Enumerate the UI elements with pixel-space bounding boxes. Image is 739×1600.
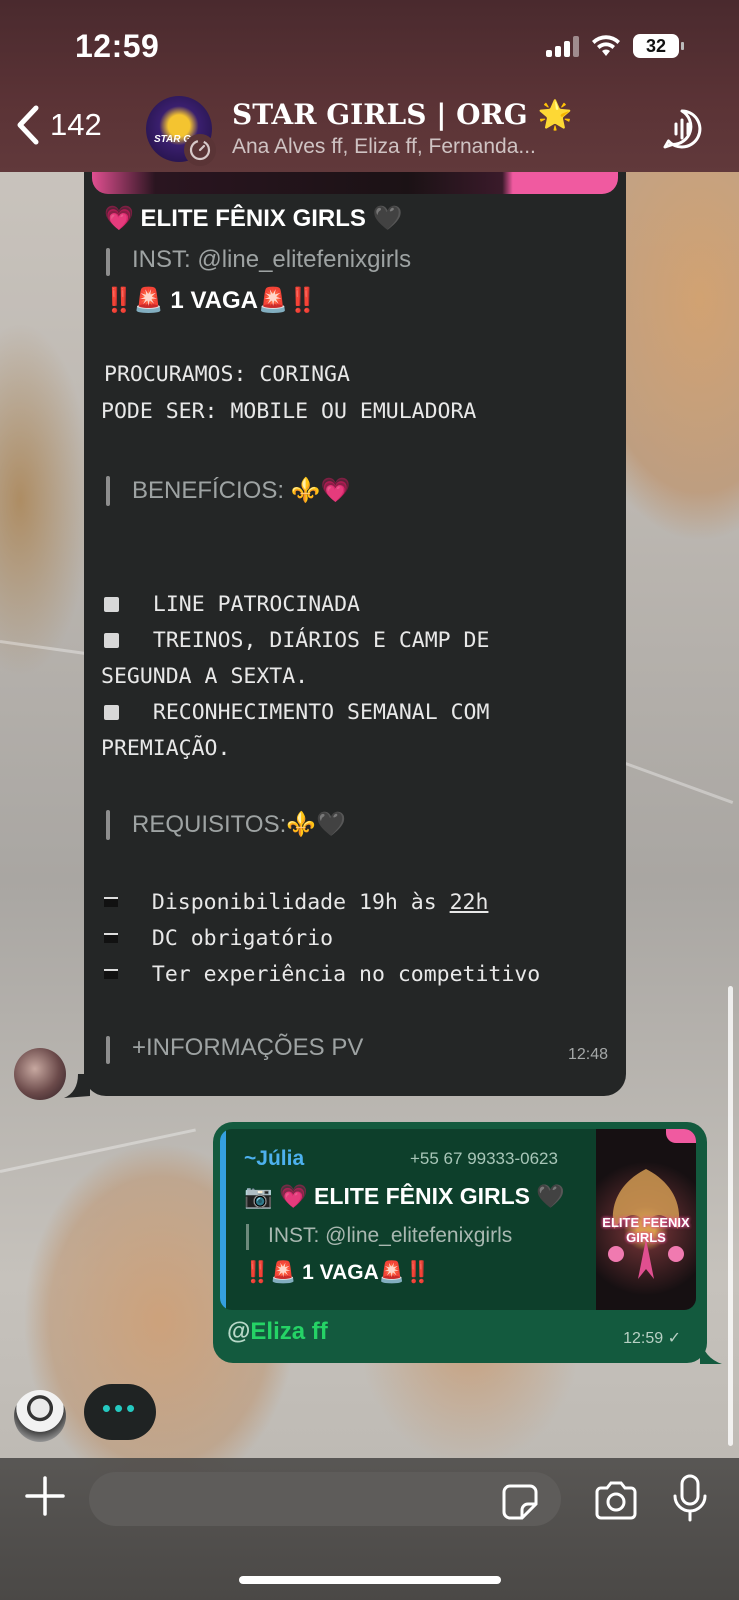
- black-square-bullet-icon: [104, 933, 118, 943]
- scrollbar[interactable]: [728, 986, 733, 1446]
- benefit-item: LINE PATROCINADA: [104, 592, 360, 617]
- reply-author: ~Júlia: [244, 1147, 305, 1170]
- incoming-message-time: 12:48: [567, 1046, 608, 1063]
- quote-bar: [106, 810, 110, 840]
- status-time: 12:59: [75, 28, 160, 64]
- group-name[interactable]: STAR GIRLS | ORG 🌟: [232, 98, 572, 131]
- requirement-item: DC obrigatório: [104, 926, 333, 951]
- message-input[interactable]: [89, 1472, 561, 1526]
- typing-dots: •••: [101, 1393, 139, 1423]
- benefit-item-continued: PREMIAÇÃO.: [101, 736, 231, 761]
- group-avatar[interactable]: STAR G: [146, 96, 216, 166]
- chevron-left-icon: [17, 105, 39, 145]
- message-image-strip[interactable]: [92, 172, 618, 194]
- thumbnail-text: ELITE FEENIX GIRLS: [602, 1215, 690, 1245]
- reply-accent-bar: [220, 1129, 226, 1310]
- call-icon[interactable]: [661, 108, 703, 150]
- looking-for-text: PROCURAMOS: CORINGA: [104, 362, 350, 387]
- status-icons: 32: [546, 34, 684, 58]
- reply-phone: +55 67 99333-0623: [410, 1149, 558, 1168]
- outgoing-message-bubble[interactable]: ~Júlia +55 67 99333-0623 📷 💗 ELITE FÊNIX…: [213, 1122, 707, 1363]
- wifi-icon: [592, 35, 620, 56]
- reply-thumbnail: ELITE FEENIX GIRLS: [596, 1129, 696, 1310]
- outgoing-bubble-tail: [700, 1338, 722, 1364]
- square-bullet-icon: [104, 705, 119, 720]
- quote-bar: [246, 1224, 249, 1250]
- quote-bar: [106, 1036, 110, 1064]
- microphone-icon[interactable]: [672, 1474, 708, 1524]
- message-title: 💗 ELITE FÊNIX GIRLS 🖤: [104, 205, 403, 232]
- black-square-bullet-icon: [104, 969, 118, 979]
- quote-bar: [106, 476, 110, 506]
- quote-bar: [106, 248, 110, 276]
- black-square-bullet-icon: [104, 897, 118, 907]
- group-participants[interactable]: Ana Alves ff, Eliza ff, Fernanda...: [232, 135, 536, 159]
- reply-vacancy: ‼️🚨 1 VAGA🚨‼️: [244, 1261, 432, 1284]
- square-bullet-icon: [104, 597, 119, 612]
- disappearing-timer-icon: [184, 134, 216, 166]
- battery-icon: 32: [633, 34, 684, 58]
- reply-instagram: INST: @line_elitefenixgirls: [268, 1224, 513, 1247]
- square-bullet-icon: [104, 633, 119, 648]
- platform-text: PODE SER: MOBILE OU EMULADORA: [101, 399, 477, 424]
- benefit-item-continued: SEGUNDA A SEXTA.: [101, 664, 309, 689]
- requirement-item: Ter experiência no competitivo: [104, 962, 540, 987]
- composer-bar: [0, 1458, 739, 1600]
- benefit-item: TREINOS, DIÁRIOS E CAMP DE: [104, 628, 489, 653]
- incoming-message-bubble[interactable]: 💗 ELITE FÊNIX GIRLS 🖤 INST: @line_elitef…: [84, 172, 626, 1096]
- incoming-bubble-tail: [64, 1074, 90, 1098]
- reply-title: 📷 💗 ELITE FÊNIX GIRLS 🖤: [244, 1183, 566, 1209]
- typing-indicator: •••: [84, 1384, 156, 1440]
- unread-count: 142: [50, 107, 102, 142]
- cellular-signal-icon: [546, 35, 579, 57]
- typing-user-avatar[interactable]: [14, 1390, 66, 1442]
- back-button[interactable]: 142: [14, 104, 102, 146]
- mention[interactable]: @Eliza ff: [227, 1318, 328, 1346]
- benefits-heading: BENEFÍCIOS: ⚜️💗: [132, 477, 351, 504]
- plus-icon[interactable]: [24, 1475, 66, 1517]
- vacancy-line: ‼️🚨 1 VAGA🚨‼️: [104, 287, 318, 314]
- more-info-text: +INFORMAÇÕES PV: [132, 1034, 364, 1061]
- benefit-item: RECONHECIMENTO SEMANAL COM: [104, 700, 489, 725]
- home-indicator[interactable]: [239, 1576, 501, 1584]
- sender-avatar[interactable]: [14, 1048, 66, 1100]
- requirement-item: Disponibilidade 19h às 22h: [104, 890, 488, 915]
- instagram-handle: INST: @line_elitefenixgirls: [132, 246, 412, 273]
- sticker-icon[interactable]: [501, 1483, 539, 1521]
- camera-icon[interactable]: [593, 1480, 639, 1522]
- quoted-reply[interactable]: ~Júlia +55 67 99333-0623 📷 💗 ELITE FÊNIX…: [220, 1129, 696, 1310]
- outgoing-message-time: 12:59 ✓: [623, 1330, 681, 1347]
- requirements-heading: REQUISITOS:⚜️🖤: [132, 811, 347, 838]
- chat-header: 12:59 32 142 STAR G STAR GIRLS | ORG 🌟 A…: [0, 0, 739, 172]
